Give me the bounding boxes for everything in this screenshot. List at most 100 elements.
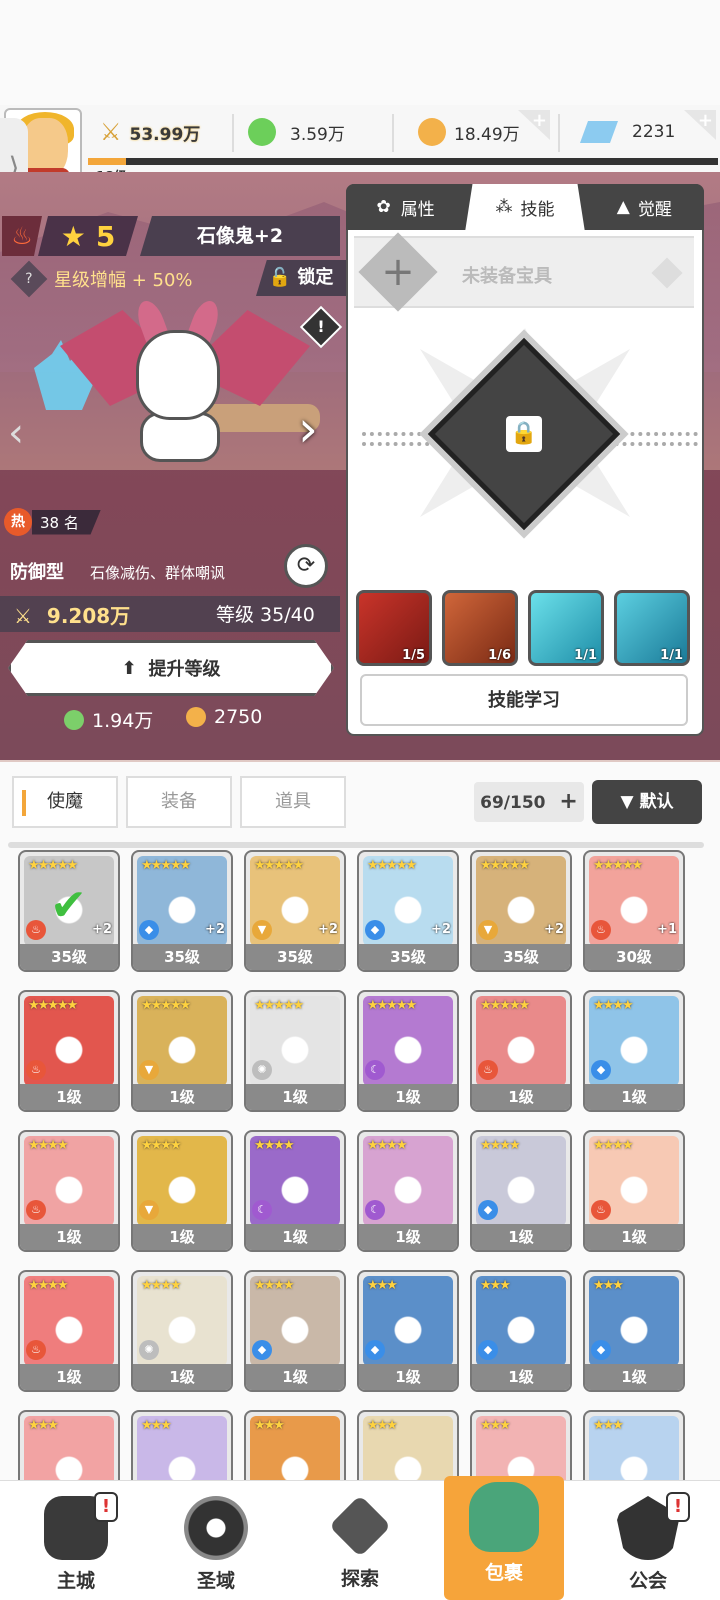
skill-panel-tabs: ✿ 属性 ⁂ 技能 ▲ 觉醒 (346, 184, 704, 230)
upgrade-level-button[interactable]: ⬆ 提升等级 (8, 640, 334, 696)
capacity-count: 69/150 (480, 793, 546, 813)
tab-skills[interactable]: ⁂ 技能 (465, 184, 585, 230)
xp-bar-fill (88, 158, 126, 165)
hero-star-rank: ★ 5 (38, 216, 138, 256)
tab-items[interactable]: 道具 (240, 776, 346, 828)
familiar-card[interactable]: ★★★ (244, 1410, 346, 1490)
star-bonus[interactable]: ? 星级增幅 + 50% (10, 260, 193, 298)
notification-badge: ! (94, 1492, 118, 1522)
familiar-card[interactable]: ★★★ ◆ 1级 (470, 1270, 572, 1392)
familiar-card[interactable]: ★★★ (583, 1410, 685, 1490)
familiar-card[interactable]: ★★★★ ◆ 1级 (470, 1130, 572, 1252)
tab-attributes[interactable]: ✿ 属性 (346, 184, 465, 230)
star-rating: ★★★★ (28, 1138, 69, 1153)
skill-slot-4[interactable]: 1/1 (614, 590, 690, 666)
skill-slot-3[interactable]: 1/1 (528, 590, 604, 666)
familiar-card[interactable]: ★★★★★ ♨ 1级 (18, 990, 120, 1112)
familiar-card[interactable]: ★★★★ ☾ 1级 (244, 1130, 346, 1252)
skill-count: 1/5 (402, 648, 425, 663)
star-rating: ★★★ (593, 1278, 624, 1293)
nav-label: 探索 (340, 1568, 379, 1590)
familiar-card[interactable]: ★★★★ ✺ 1级 (131, 1270, 233, 1392)
familiar-card[interactable]: ★★★ ◆ 1级 (583, 1270, 685, 1392)
dark-element-icon: ☾ (365, 1060, 385, 1080)
familiar-card[interactable]: ★★★★★ ◆ +2 35级 (357, 850, 459, 972)
next-hero-arrow[interactable]: › (298, 400, 318, 458)
star-rating: ★★★ (480, 1418, 511, 1433)
water-element-icon: ◆ (591, 1340, 611, 1360)
wind-element-icon: ▼ (139, 1060, 159, 1080)
hero-type: 防御型 (10, 562, 64, 583)
familiar-card[interactable]: ★★★★★ ♨ 1级 (470, 990, 572, 1112)
star-rating: ★★★ (141, 1418, 172, 1433)
star-rating: ★★★★★ (28, 858, 78, 873)
star-rating: ★★★★ (141, 1138, 182, 1153)
skill-slot-2[interactable]: 1/6 (442, 590, 518, 666)
add-relic-button[interactable]: + (358, 232, 438, 312)
star-rating: ★★★ (28, 1418, 59, 1433)
previous-hero-arrow[interactable]: ‹ (8, 410, 24, 456)
familiar-card[interactable]: ★★★★ ◆ 1级 (583, 990, 685, 1112)
fire-element-icon: ♨ (26, 1060, 46, 1080)
hero-stars: 5 (95, 219, 116, 253)
familiar-card[interactable]: ★★★★★ ▼ +2 35级 (244, 850, 346, 972)
familiar-card[interactable]: ★★★ ◆ 1级 (357, 1270, 459, 1392)
skill-slot-1[interactable]: 1/5 (356, 590, 432, 666)
nav-explore[interactable]: 探索 (300, 1490, 420, 1600)
nav-guild[interactable]: 公会 ! (588, 1490, 708, 1600)
fire-element-icon: ♨ (26, 1200, 46, 1220)
familiar-card[interactable]: ★★★★★ ☾ 1级 (357, 990, 459, 1112)
familiar-card[interactable]: ★★★★ ▼ 1级 (131, 1130, 233, 1252)
refresh-icon[interactable]: ⟳ (284, 544, 328, 588)
sort-button[interactable]: ▼ 默认 (592, 780, 702, 824)
star-rating: ★★★ (593, 1418, 624, 1433)
familiar-card[interactable]: ★★★★★ ▼ 1级 (131, 990, 233, 1112)
skill-count: 1/1 (574, 648, 597, 663)
wind-element-icon: ▼ (139, 1200, 159, 1220)
cost-gold-value: 2750 (214, 706, 263, 728)
gold-coin-icon (418, 118, 446, 146)
familiar-card[interactable]: ★★★★★ ♨ +1 30级 (583, 850, 685, 972)
familiar-card[interactable]: ★★★★ ☾ 1级 (357, 1130, 459, 1252)
familiar-level: 1级 (133, 1224, 231, 1250)
familiar-card[interactable]: ★★★★ ◆ 1级 (244, 1270, 346, 1392)
divider (232, 114, 234, 152)
skill-learn-button[interactable]: 技能学习 (360, 674, 688, 726)
familiar-card[interactable]: ★★★★ ♨ 1级 (583, 1130, 685, 1252)
help-icon[interactable]: ? (10, 260, 48, 298)
star-rating: ★★★ (367, 1278, 398, 1293)
familiar-card[interactable]: ★★★★★ ♨ +2 ✔ 35级 (18, 850, 120, 972)
tab-equipment[interactable]: 装备 (126, 776, 232, 828)
familiar-level: 1级 (585, 1364, 683, 1390)
water-element-icon: ◆ (139, 920, 159, 940)
star-rating: ★★★★ (28, 1278, 69, 1293)
familiar-card[interactable]: ★★★★★ ◆ +2 35级 (131, 850, 233, 972)
familiar-level: 1级 (133, 1364, 231, 1390)
familiar-level: 35级 (133, 944, 231, 970)
water-element-icon: ◆ (365, 1340, 385, 1360)
familiar-card[interactable]: ★★★★★ ✺ 1级 (244, 990, 346, 1112)
familiar-level: 1级 (20, 1084, 118, 1110)
dark-element-icon: ☾ (252, 1200, 272, 1220)
fire-element-icon: ♨ (26, 920, 46, 940)
capacity-counter[interactable]: 69/150 + (474, 782, 584, 822)
familiar-card[interactable]: ★★★★ ♨ 1级 (18, 1270, 120, 1392)
lock-icon: 🔓 (268, 267, 292, 288)
familiar-card[interactable]: ★★★★★ ▼ +2 35级 (470, 850, 572, 972)
familiar-card[interactable]: ★★★★ ♨ 1级 (18, 1130, 120, 1252)
tab-awaken[interactable]: ▲ 觉醒 (585, 184, 704, 230)
familiar-card[interactable]: ★★★ (131, 1410, 233, 1490)
upgrade-cost-green: 1.94万 (64, 706, 153, 733)
nav-sanctuary[interactable]: 圣域 (156, 1490, 276, 1600)
nav-label: 主城 (56, 1570, 95, 1592)
familiar-card[interactable]: ★★★ (18, 1410, 120, 1490)
power-sword-icon: ⚔ (100, 118, 122, 146)
nav-bag[interactable]: 包裹 (444, 1476, 564, 1600)
tab-familiars[interactable]: 使魔 (12, 776, 118, 828)
green-gem-count: 3.59万 (290, 124, 345, 145)
familiar-level: 1级 (246, 1224, 344, 1250)
familiar-card[interactable]: ★★★ (357, 1410, 459, 1490)
lock-button[interactable]: 🔓 锁定 (256, 260, 346, 296)
expand-capacity-icon[interactable]: + (559, 789, 577, 814)
nav-main-city[interactable]: 主城 ! (16, 1490, 136, 1600)
